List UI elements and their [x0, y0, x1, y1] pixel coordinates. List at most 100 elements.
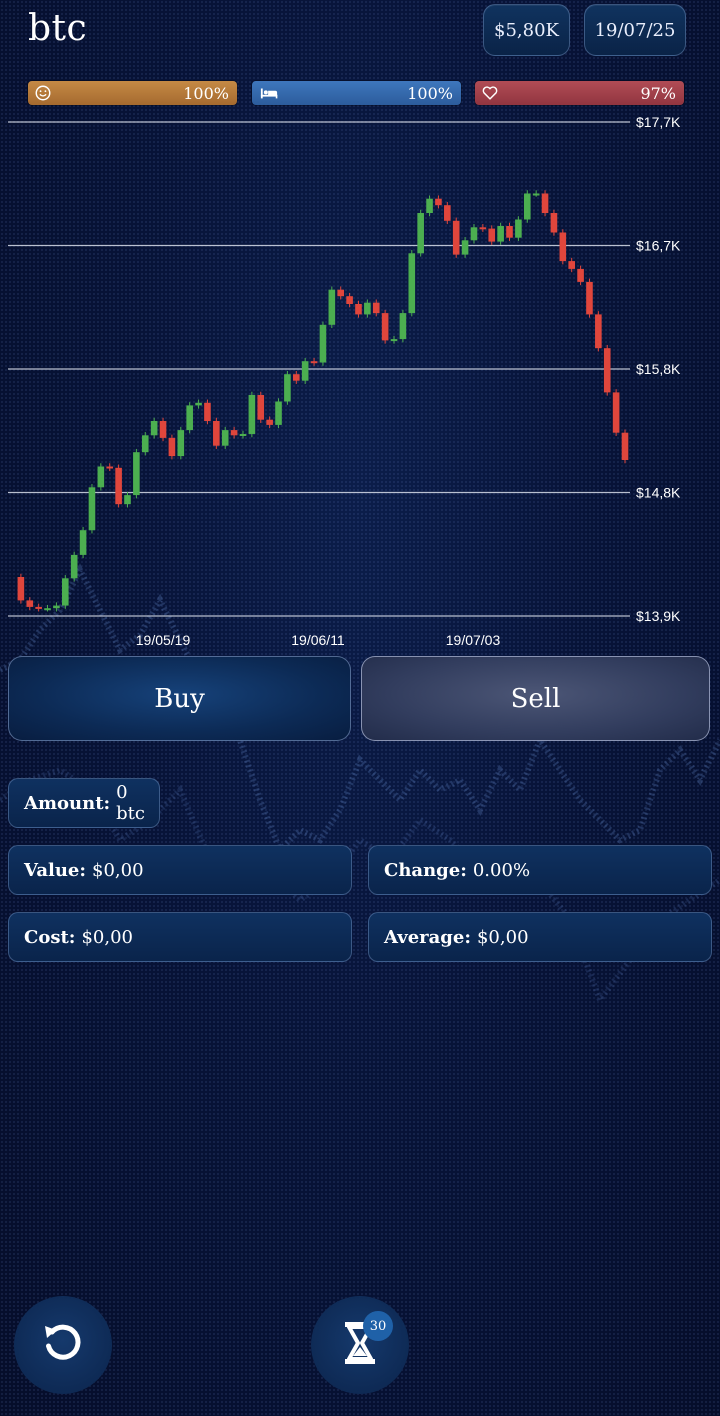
candle — [408, 250, 416, 317]
candle — [230, 426, 238, 439]
candle — [523, 190, 531, 223]
candle — [346, 292, 353, 308]
buy-button[interactable]: Buy — [8, 656, 351, 741]
candle — [444, 201, 451, 225]
candle — [603, 344, 611, 396]
candle — [337, 286, 345, 300]
candle — [319, 321, 327, 366]
candle — [390, 335, 398, 344]
average-label: Average: — [384, 926, 471, 948]
rest-value: 100% — [407, 83, 453, 103]
candle — [53, 602, 60, 612]
price-chart[interactable]: $17,7K $16,7K $15,8K $14,8K $13,9K 19/05/19 1… — [0, 112, 720, 652]
wait-count-badge: 30 — [363, 1311, 393, 1341]
rest-meter: 100% — [252, 81, 461, 105]
candle — [62, 575, 69, 609]
candle — [204, 399, 211, 425]
candle — [310, 357, 318, 366]
top-bar: btc $5,80K 19/07/25 100% 100% 97% — [0, 0, 720, 118]
mood-value: 100% — [183, 83, 229, 103]
candle — [559, 229, 567, 265]
candle — [70, 551, 78, 582]
candle — [124, 491, 131, 508]
amount-value: 0 btc — [116, 782, 145, 824]
bed-icon — [258, 84, 280, 102]
candle — [532, 190, 540, 197]
y-tick-label: $14,8K — [636, 485, 681, 501]
y-tick-label: $17,7K — [636, 114, 681, 130]
sell-button[interactable]: Sell — [361, 656, 710, 741]
candle — [26, 597, 34, 611]
change-label: Change: — [384, 859, 467, 881]
candle — [266, 416, 273, 429]
smiley-icon — [34, 84, 52, 102]
cost-label: Cost: — [24, 926, 76, 948]
wait-button[interactable] — [311, 1296, 409, 1394]
candle — [301, 357, 309, 384]
candle — [568, 257, 575, 273]
candle — [577, 265, 584, 286]
candle — [586, 278, 593, 318]
x-tick-label: 19/06/11 — [291, 632, 345, 648]
candle — [621, 429, 629, 464]
candle — [195, 399, 202, 409]
average-field: Average: $0,00 — [368, 912, 712, 962]
candle — [372, 299, 380, 317]
amount-field: Amount: 0 btc — [8, 778, 160, 828]
y-tick-label: $15,8K — [636, 361, 681, 377]
candle — [364, 299, 371, 318]
health-meter: 97% — [475, 81, 684, 105]
candle — [355, 300, 362, 318]
y-tick-label: $16,7K — [636, 238, 681, 254]
candle — [435, 195, 442, 209]
candle — [257, 391, 265, 423]
candle — [595, 311, 602, 352]
candle — [328, 286, 336, 329]
cost-value: $0,00 — [81, 926, 133, 948]
candle — [381, 309, 389, 344]
candle — [239, 430, 247, 439]
date-button[interactable]: 19/07/25 — [584, 4, 686, 56]
average-value: $0,00 — [476, 926, 529, 948]
candle — [88, 484, 96, 534]
candle — [515, 216, 522, 241]
candle — [141, 432, 149, 456]
candle — [497, 222, 504, 245]
value-label: Value: — [24, 859, 86, 881]
candle — [417, 209, 424, 257]
x-tick-label: 19/05/19 — [136, 632, 191, 648]
undo-button[interactable] — [14, 1296, 112, 1394]
candle — [150, 417, 158, 439]
candle — [506, 222, 513, 241]
cash-balance-button[interactable]: $5,80K — [483, 4, 570, 56]
candle — [488, 225, 496, 245]
candle — [79, 526, 87, 559]
health-value: 97% — [640, 83, 676, 103]
candle — [452, 217, 460, 258]
candle — [133, 448, 140, 499]
undo-icon — [40, 1320, 86, 1370]
change-value: 0.00% — [472, 859, 531, 881]
ticker-title: btc — [28, 8, 88, 49]
value-field: Value: $0,00 — [8, 845, 352, 895]
candle — [461, 237, 469, 258]
candle — [275, 398, 282, 429]
value-value: $0,00 — [92, 859, 144, 881]
candle — [177, 426, 185, 460]
candle — [186, 402, 193, 434]
x-tick-label: 19/07/03 — [446, 632, 501, 648]
candle — [17, 573, 25, 604]
candle — [612, 389, 620, 436]
candle — [213, 417, 220, 449]
mood-meter: 100% — [28, 81, 237, 105]
candle — [479, 224, 487, 232]
candle — [541, 190, 549, 217]
candle — [399, 309, 407, 343]
candle — [470, 224, 478, 244]
candle — [221, 426, 229, 449]
candle — [44, 604, 51, 612]
cost-field: Cost: $0,00 — [8, 912, 352, 962]
candle — [106, 463, 114, 472]
candle — [550, 209, 558, 236]
y-tick-label: $13,9K — [636, 608, 681, 624]
